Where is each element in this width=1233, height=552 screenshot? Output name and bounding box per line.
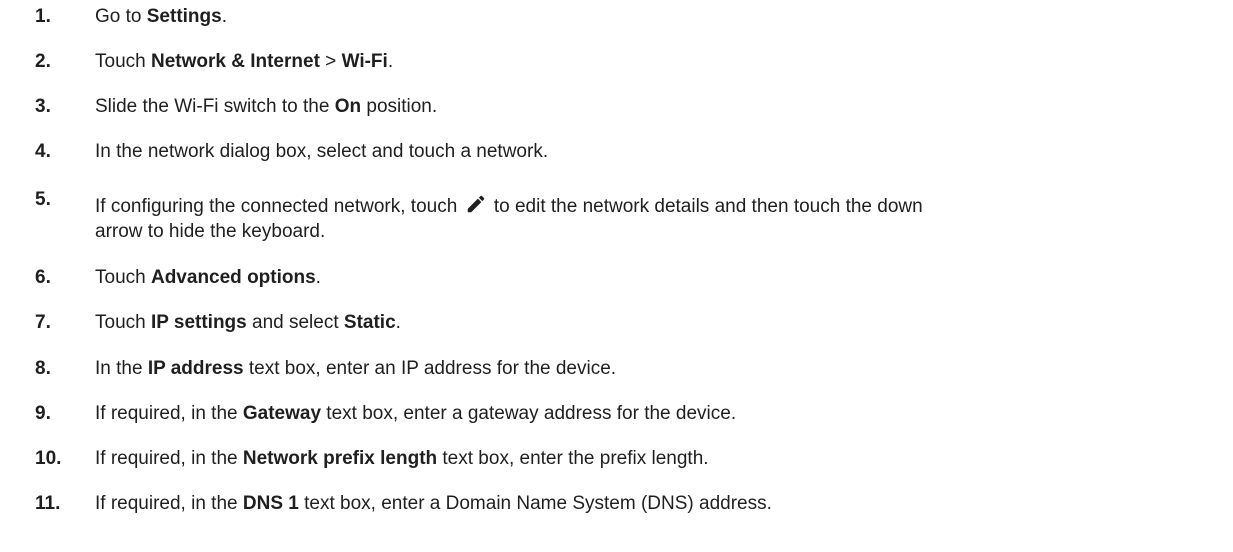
ui-term-ip-settings: IP settings	[150, 312, 247, 333]
step-number: 7.	[35, 312, 51, 333]
step-text: If required, in the Gateway text box, en…	[95, 403, 737, 424]
step-number: 1.	[35, 6, 51, 27]
step-text: Touch Advanced options.	[95, 267, 321, 288]
step-text: In the network dialog box, select and to…	[95, 141, 549, 162]
step-1: 1. Go to Settings.	[0, 4, 1233, 49]
step-7: 7. Touch IP settings and select Static.	[0, 310, 1233, 356]
ui-term-ip-address: IP address	[147, 358, 244, 379]
ui-term-dns-1: DNS 1	[242, 493, 299, 514]
step-text: Go to Settings.	[95, 6, 227, 27]
step-number: 11.	[35, 493, 61, 514]
step-number: 2.	[35, 51, 51, 72]
ui-term-network-internet: Network & Internet	[150, 51, 320, 72]
ui-term-wifi: Wi-Fi	[341, 51, 388, 72]
step-text: Touch Network & Internet > Wi-Fi.	[95, 51, 394, 72]
edit-pencil-icon	[465, 193, 487, 215]
step-6: 6. Touch Advanced options.	[0, 265, 1233, 310]
step-number: 10.	[35, 448, 62, 469]
ui-term-network-prefix-length: Network prefix length	[242, 448, 438, 469]
step-text: If required, in the Network prefix lengt…	[95, 448, 709, 469]
step-text: Slide the Wi-Fi switch to the On positio…	[95, 96, 438, 117]
ui-term-on: On	[334, 96, 362, 117]
step-number: 9.	[35, 403, 51, 424]
step-number: 5.	[35, 189, 51, 210]
step-text: If configuring the connected network, to…	[95, 193, 1175, 244]
step-text: In the IP address text box, enter an IP …	[95, 358, 617, 379]
step-2: 2. Touch Network & Internet > Wi-Fi.	[0, 49, 1233, 94]
step-11: 11. If required, in the DNS 1 text box, …	[0, 491, 1233, 536]
step-10: 10. If required, in the Network prefix l…	[0, 446, 1233, 491]
step-number: 6.	[35, 267, 51, 288]
step-number: 3.	[35, 96, 51, 117]
ui-term-gateway: Gateway	[242, 403, 322, 424]
step-number: 8.	[35, 358, 51, 379]
procedure-steps: 1. Go to Settings. 2. Touch Network & In…	[0, 4, 1233, 536]
step-text: Touch IP settings and select Static.	[95, 312, 401, 333]
step-text: If required, in the DNS 1 text box, ente…	[95, 493, 772, 514]
step-5: 5. If configuring the connected network,…	[0, 189, 1233, 265]
step-3: 3. Slide the Wi-Fi switch to the On posi…	[0, 94, 1233, 139]
ui-term-advanced-options: Advanced options	[150, 267, 316, 288]
step-9: 9. If required, in the Gateway text box,…	[0, 401, 1233, 446]
step-number: 4.	[35, 141, 51, 162]
step-4: 4. In the network dialog box, select and…	[0, 139, 1233, 193]
step-8: 8. In the IP address text box, enter an …	[0, 356, 1233, 401]
ui-term-settings: Settings	[146, 6, 222, 27]
ui-term-static: Static	[343, 312, 396, 333]
